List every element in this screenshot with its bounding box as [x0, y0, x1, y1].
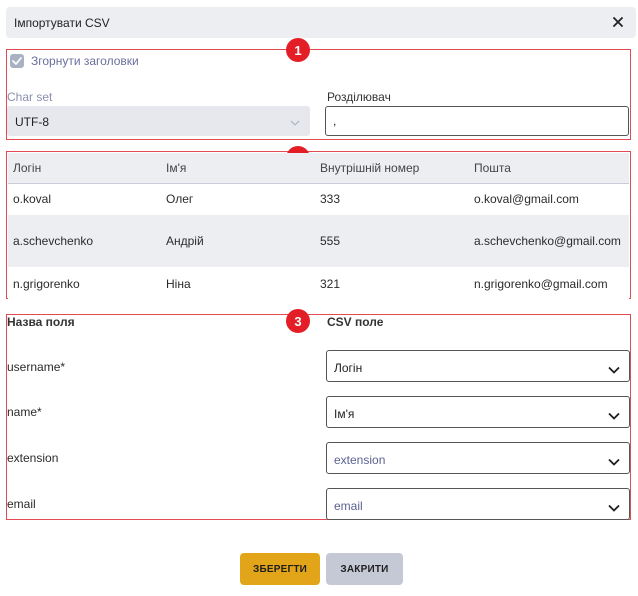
separator-input[interactable] [325, 106, 629, 136]
csv-field-value: Логін [334, 361, 363, 375]
chevron-down-icon [608, 409, 620, 423]
table-cell: Олег [161, 183, 315, 215]
mapping-field-label: extension [7, 451, 59, 465]
collapse-headers-label: Згорнути заголовки [31, 54, 139, 68]
table-cell: Андрій [161, 215, 315, 267]
csv-preview-table: Логін Ім'я Внутрішній номер Пошта o.kova… [8, 153, 629, 300]
column-header-name: Ім'я [161, 153, 315, 184]
csv-field-value: extension [334, 453, 386, 467]
csv-field-select-username[interactable]: Логін [326, 350, 630, 382]
dialog-title: Імпортувати CSV [14, 16, 110, 30]
csv-field-value: email [334, 499, 363, 513]
csv-field-select-name[interactable]: Ім'я [326, 396, 630, 428]
table-cell: Ніна [161, 267, 315, 300]
save-button[interactable]: ЗБЕРЕГТИ [240, 553, 320, 585]
chevron-down-icon [608, 455, 620, 469]
chevron-down-icon [290, 115, 300, 129]
mapping-field-label: email [7, 497, 36, 511]
table-cell: n.grigorenko@gmail.com [469, 267, 629, 300]
mapping-field-label: name* [7, 405, 42, 419]
separator-label: Розділювач [327, 90, 391, 104]
table-cell: n.grigorenko [8, 267, 161, 300]
mapping-field-label: username* [7, 360, 66, 374]
close-button[interactable]: ЗАКРИТИ [326, 553, 403, 585]
table-cell: o.koval@gmail.com [469, 183, 629, 215]
chevron-down-icon [608, 363, 620, 377]
table-cell: 555 [315, 215, 469, 267]
table-cell: 333 [315, 183, 469, 215]
csv-field-select-email[interactable]: email [326, 488, 630, 520]
field-name-header: Назва поля [7, 315, 75, 329]
callout-badge-3: 3 [286, 309, 310, 333]
table-row: o.koval Олег 333 o.koval@gmail.com [8, 183, 629, 215]
callout-badge-1: 1 [286, 38, 310, 62]
table-cell: a.schevchenko [8, 215, 161, 267]
table-row: n.grigorenko Ніна 321 n.grigorenko@gmail… [8, 267, 629, 300]
table-cell: a.schevchenko@gmail.com [469, 215, 629, 267]
table-cell: o.koval [8, 183, 161, 215]
charset-label: Char set [7, 90, 53, 104]
charset-select: UTF-8 [7, 106, 310, 136]
table-header-row: Логін Ім'я Внутрішній номер Пошта [8, 153, 629, 184]
collapse-headers-checkbox[interactable] [10, 54, 24, 68]
close-icon[interactable] [608, 12, 628, 32]
csv-field-header: CSV поле [327, 315, 384, 329]
csv-field-value: Ім'я [334, 407, 355, 421]
chevron-down-icon [608, 501, 620, 515]
column-header-login: Логін [8, 153, 161, 184]
collapse-headers-option[interactable]: Згорнути заголовки [10, 54, 139, 68]
table-row: a.schevchenko Андрій 555 a.schevchenko@g… [8, 215, 629, 267]
table-cell: 321 [315, 267, 469, 300]
column-header-email: Пошта [469, 153, 629, 184]
charset-value: UTF-8 [15, 115, 49, 129]
column-header-extension: Внутрішній номер [315, 153, 469, 184]
dialog-header: Імпортувати CSV [6, 7, 636, 38]
csv-field-select-extension[interactable]: extension [326, 442, 630, 474]
